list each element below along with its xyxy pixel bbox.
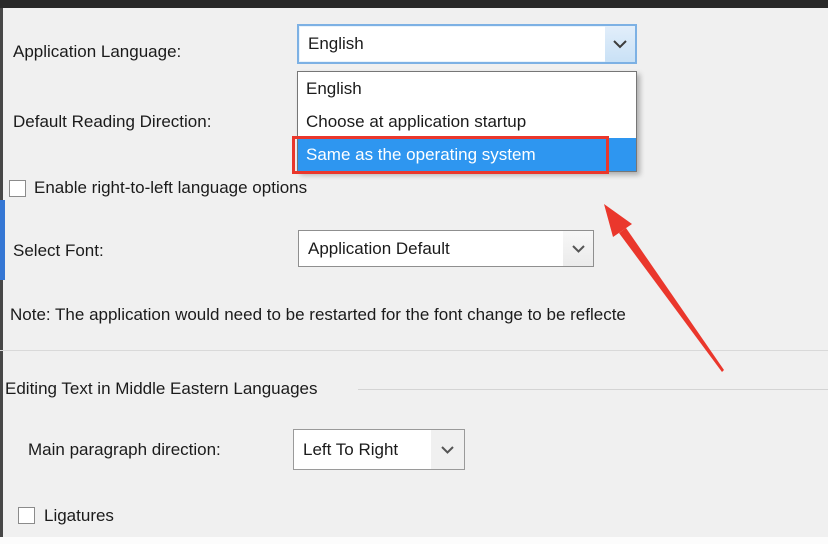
dropdown-option-english[interactable]: English (298, 72, 636, 105)
select-font-label: Select Font: (13, 241, 104, 260)
application-language-label: Application Language: (13, 42, 182, 61)
preferences-language-panel: Application Language: English English Ch… (0, 0, 828, 544)
ligatures-checkbox[interactable] (18, 507, 35, 524)
restart-note-text: Note: The application would need to be r… (10, 305, 626, 324)
ligatures-label: Ligatures (44, 506, 114, 525)
select-font-value: Application Default (308, 238, 450, 258)
left-scroll-indicator[interactable] (0, 200, 5, 280)
paragraph-direction-value: Left To Right (303, 439, 399, 459)
application-language-combobox[interactable]: English (297, 24, 637, 64)
chevron-down-icon (563, 231, 593, 266)
application-language-value: English (308, 34, 364, 53)
chevron-down-icon (605, 26, 635, 62)
dropdown-option-choose-at-startup[interactable]: Choose at application startup (298, 105, 636, 138)
select-font-combobox[interactable]: Application Default (298, 230, 594, 267)
dropdown-option-same-as-os[interactable]: Same as the operating system (298, 138, 636, 171)
language-dropdown-list: English Choose at application startup Sa… (297, 71, 637, 172)
bottom-edge-strip (0, 537, 828, 544)
chevron-down-icon (431, 430, 464, 469)
rtl-options-label: Enable right-to-left language options (34, 178, 308, 197)
section-divider (0, 350, 828, 351)
paragraph-direction-combobox[interactable]: Left To Right (293, 429, 465, 470)
main-paragraph-direction-label: Main paragraph direction: (28, 440, 221, 459)
rtl-options-checkbox[interactable] (9, 180, 26, 197)
default-reading-direction-label: Default Reading Direction: (13, 112, 212, 131)
middle-eastern-group-title: Editing Text in Middle Eastern Languages (5, 379, 318, 398)
window-top-bar (0, 0, 828, 8)
group-title-rule (358, 389, 828, 390)
